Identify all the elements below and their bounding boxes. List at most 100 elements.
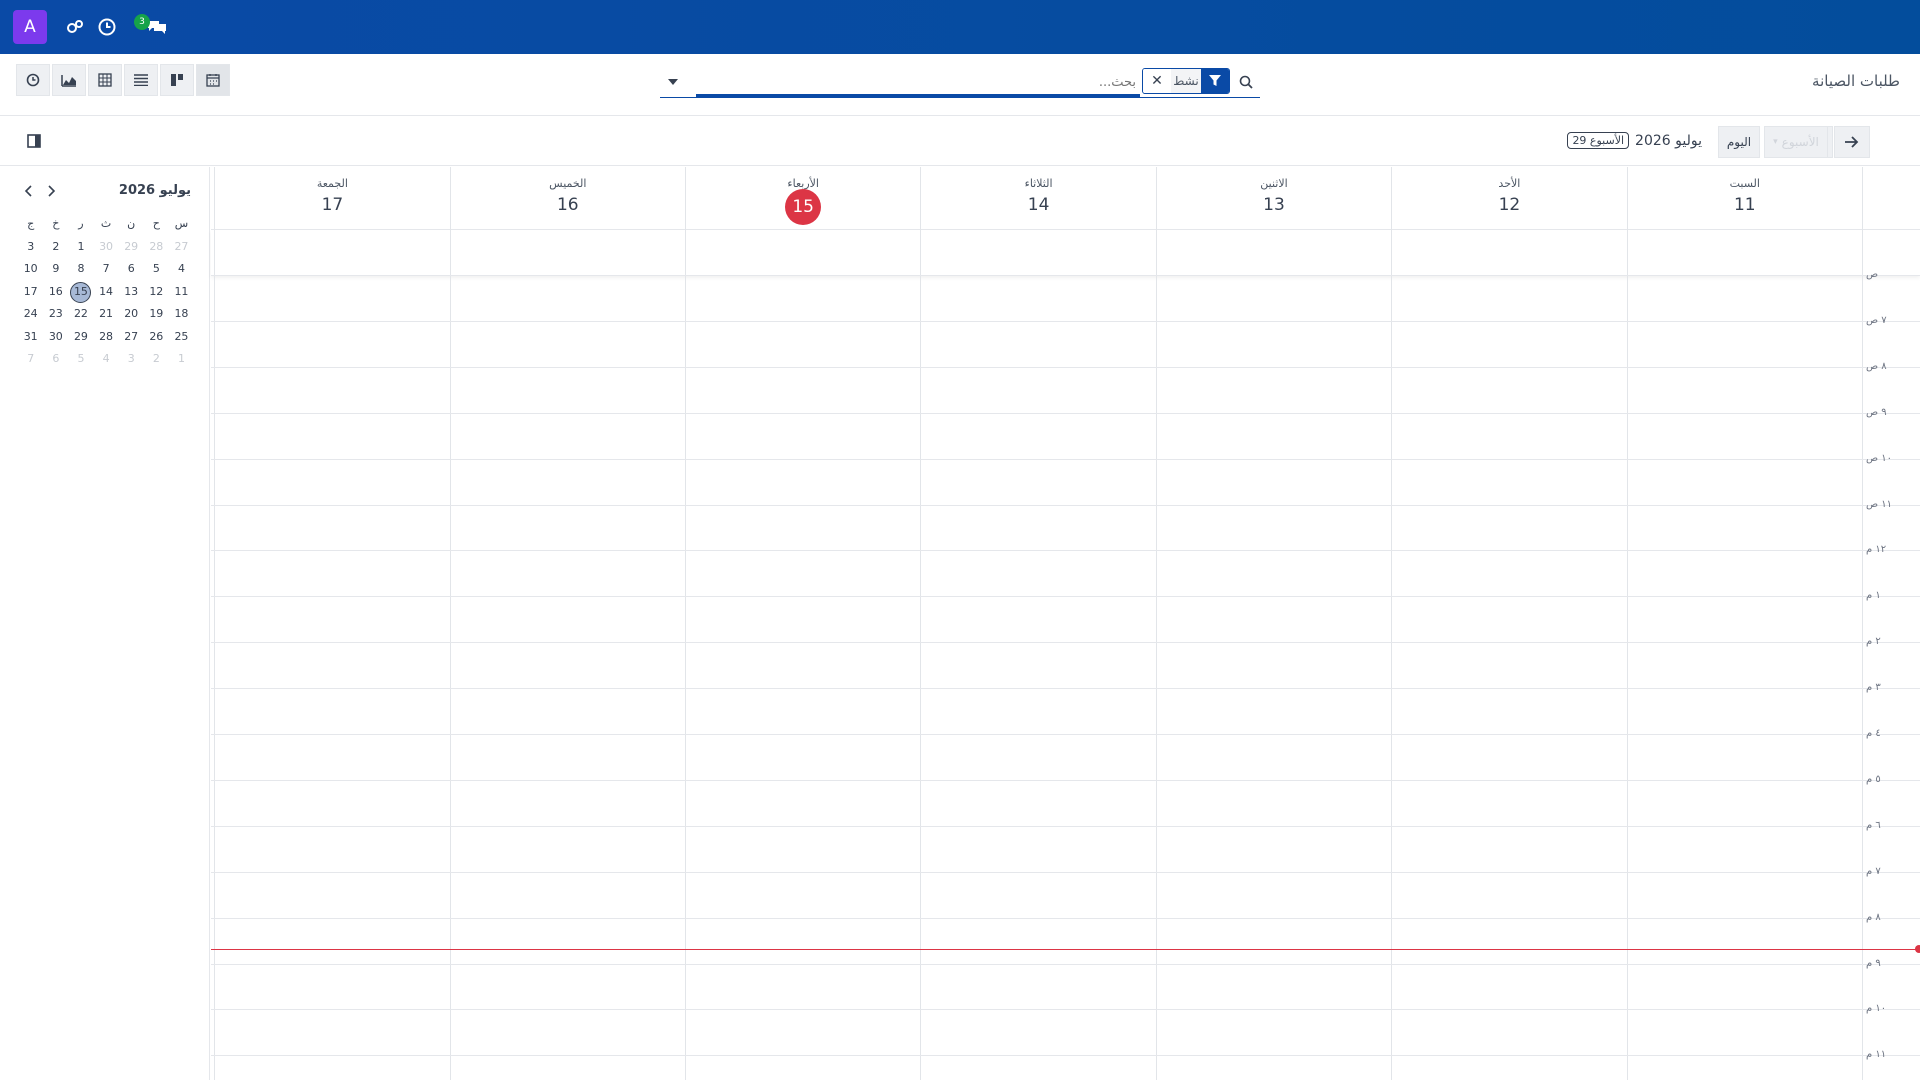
mini-day[interactable]: 25	[169, 326, 194, 349]
day-name: الجمعة	[316, 177, 348, 190]
mini-day[interactable]: 7	[94, 258, 119, 281]
hour-slot[interactable]	[211, 1009, 1920, 1011]
settings-icon[interactable]	[62, 14, 88, 40]
hour-slot[interactable]	[211, 825, 1920, 827]
mini-day[interactable]: 29	[68, 326, 93, 349]
mini-day[interactable]: 4	[169, 258, 194, 281]
hour-slot[interactable]	[211, 458, 1920, 460]
hour-slot[interactable]	[211, 779, 1920, 781]
mini-day[interactable]: 30	[94, 236, 119, 259]
remove-facet-button[interactable]: ✕	[1143, 69, 1171, 93]
mini-day[interactable]: 6	[119, 258, 144, 281]
mini-day[interactable]: 8	[68, 258, 93, 281]
mini-day[interactable]: 17	[18, 281, 43, 304]
mini-day[interactable]: 2	[43, 236, 68, 259]
mini-day[interactable]: 26	[144, 326, 169, 349]
mini-day[interactable]: 27	[169, 236, 194, 259]
mini-weekday: ن	[127, 217, 136, 230]
mini-day[interactable]: 16	[43, 281, 68, 304]
mini-week-row: 27 28 29 30 1 2 3	[18, 236, 194, 259]
search-input[interactable]	[696, 72, 1136, 92]
mini-next-icon[interactable]	[42, 181, 62, 201]
search-options-caret[interactable]	[660, 72, 686, 92]
graph-view-button[interactable]	[52, 64, 86, 96]
day-header[interactable]: السبت 11	[1626, 167, 1862, 229]
previous-arrow[interactable]	[1834, 126, 1870, 158]
list-icon	[134, 74, 148, 86]
pivot-view-button[interactable]	[88, 64, 122, 96]
hour-slot[interactable]	[211, 504, 1920, 506]
mini-day[interactable]: 27	[119, 326, 144, 349]
hour-slot[interactable]	[211, 917, 1920, 919]
hour-slot[interactable]	[211, 550, 1920, 552]
mini-day[interactable]: 1	[169, 348, 194, 371]
day-header[interactable]: الثلاثاء 14	[920, 167, 1155, 229]
mini-day[interactable]: 2	[144, 348, 169, 371]
mini-prev-icon[interactable]	[18, 181, 38, 201]
mini-day[interactable]: 28	[144, 236, 169, 259]
mini-day[interactable]: 10	[18, 258, 43, 281]
day-header[interactable]: الأربعاء 15	[685, 167, 920, 229]
clock-icon[interactable]	[94, 14, 120, 40]
app-avatar[interactable]: A	[13, 10, 47, 44]
hour-slot[interactable]	[211, 366, 1920, 368]
mini-day[interactable]: 4	[94, 348, 119, 371]
mini-day-today[interactable]: 15	[68, 281, 93, 304]
hour-label: ١٠ ص	[1866, 452, 1893, 464]
mini-day[interactable]: 24	[18, 303, 43, 326]
calendar-sidebar: يوليو 2026 س ح ن ث ر خ ج 27 28 29 30 1 2 3 4 5 6 7 8 9 10 11 1…	[0, 167, 210, 1080]
mini-day[interactable]: 3	[18, 236, 43, 259]
mini-day[interactable]: 5	[68, 348, 93, 371]
hour-slot[interactable]	[211, 320, 1920, 322]
mini-day[interactable]: 3	[119, 348, 144, 371]
mini-day[interactable]: 13	[119, 281, 144, 304]
mini-day[interactable]: 12	[144, 281, 169, 304]
hour-slot[interactable]	[211, 871, 1920, 873]
mini-day[interactable]: 9	[43, 258, 68, 281]
hour-slot[interactable]	[211, 596, 1920, 598]
list-view-button[interactable]	[124, 64, 158, 96]
hour-slot[interactable]	[211, 642, 1920, 644]
hour-slot[interactable]	[211, 734, 1920, 735]
day-header[interactable]: الخميس 16	[449, 167, 685, 229]
control-panel: ✕ نشط طلبات الصيانة	[0, 54, 1920, 116]
day-header[interactable]: الاثنين 13	[1155, 167, 1391, 229]
kanban-view-button[interactable]	[160, 64, 194, 96]
mini-day[interactable]: 22	[68, 303, 93, 326]
hour-label: ٧ م	[1866, 865, 1881, 877]
hour-slot[interactable]	[211, 963, 1920, 965]
all-day-row[interactable]	[211, 229, 1920, 275]
mini-day[interactable]: 23	[43, 303, 68, 326]
scale-dropdown[interactable]: ▾ الأسبوع	[1764, 126, 1828, 158]
mini-day[interactable]: 6	[43, 348, 68, 371]
mini-day[interactable]: 1	[68, 236, 93, 259]
mini-day[interactable]: 5	[144, 258, 169, 281]
hour-slot[interactable]	[211, 412, 1920, 414]
mini-day[interactable]: 31	[18, 326, 43, 349]
mini-day[interactable]: 11	[169, 281, 194, 304]
mini-day[interactable]: 21	[94, 303, 119, 326]
mini-day[interactable]: 20	[119, 303, 144, 326]
hour-label: ص	[1866, 269, 1879, 280]
day-header[interactable]: الأحد 12	[1391, 167, 1626, 229]
today-button[interactable]: اليوم	[1718, 126, 1760, 158]
mini-day[interactable]: 14	[94, 281, 119, 304]
sidebar-toggle-icon[interactable]	[24, 131, 44, 151]
calendar-view-button[interactable]	[196, 64, 230, 96]
search-icon[interactable]	[1234, 70, 1258, 94]
mini-day[interactable]: 19	[144, 303, 169, 326]
hour-slot[interactable]	[211, 688, 1920, 690]
mini-week-row: 4 5 6 7 8 9 10	[18, 258, 194, 281]
day-number: 12	[1498, 195, 1521, 215]
hour-slot[interactable]	[211, 275, 1920, 276]
mini-day[interactable]: 30	[43, 326, 68, 349]
mini-day[interactable]: 7	[18, 348, 43, 371]
day-header[interactable]: الجمعة 17	[214, 167, 449, 229]
mini-weekday: ث	[100, 217, 112, 230]
mini-day[interactable]: 18	[169, 303, 194, 326]
activity-view-button[interactable]	[16, 64, 50, 96]
facet-value: نشط	[1171, 69, 1201, 93]
mini-day[interactable]: 28	[94, 326, 119, 349]
hour-slot[interactable]	[211, 1055, 1920, 1057]
mini-day[interactable]: 29	[119, 236, 144, 259]
